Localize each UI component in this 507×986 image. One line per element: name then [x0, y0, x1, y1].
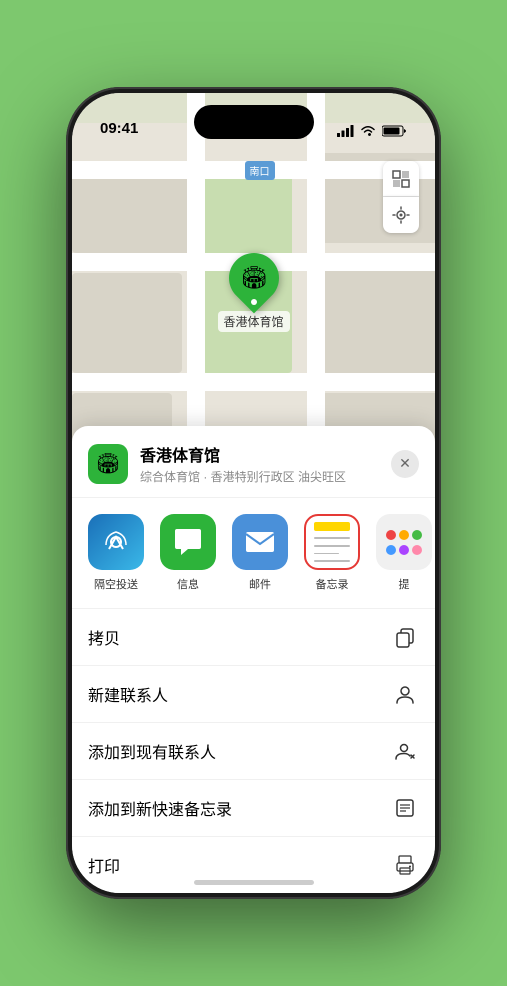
- action-new-contact[interactable]: 新建联系人: [72, 666, 435, 723]
- marker-dot: [250, 299, 256, 305]
- print-icon: [391, 851, 419, 879]
- messages-icon: [160, 514, 216, 570]
- action-list: 拷贝 新建联系人 添加到现有联系人: [72, 609, 435, 893]
- share-mail[interactable]: 邮件: [228, 514, 292, 592]
- map-view-button[interactable]: [383, 161, 419, 197]
- bottom-sheet: 🏟 香港体育馆 综合体育馆 · 香港特别行政区 油尖旺区 ✕: [72, 426, 435, 893]
- marker-label: 香港体育馆: [217, 311, 289, 332]
- print-label: 打印: [88, 853, 120, 877]
- quick-note-icon: [391, 794, 419, 822]
- airdrop-icon: [88, 514, 144, 570]
- share-row: 隔空投送 信息: [72, 498, 435, 609]
- mail-icon: [232, 514, 288, 570]
- location-header: 🏟 香港体育馆 综合体育馆 · 香港特别行政区 油尖旺区 ✕: [72, 426, 435, 498]
- location-icon: 🏟: [88, 444, 128, 484]
- airdrop-label: 隔空投送: [94, 576, 138, 592]
- stadium-marker: 🏟 香港体育馆: [217, 253, 289, 332]
- messages-label: 信息: [177, 576, 199, 592]
- wifi-icon: [360, 125, 376, 137]
- home-indicator: [194, 880, 314, 885]
- close-button[interactable]: ✕: [391, 450, 419, 478]
- location-info: 香港体育馆 综合体育馆 · 香港特别行政区 油尖旺区: [140, 442, 379, 485]
- action-add-existing[interactable]: 添加到现有联系人: [72, 723, 435, 780]
- battery-icon: [382, 125, 407, 137]
- dynamic-island: [194, 105, 314, 139]
- map-block: [322, 263, 435, 373]
- location-name: 香港体育馆: [140, 442, 379, 466]
- action-quick-note[interactable]: 添加到新快速备忘录: [72, 780, 435, 837]
- share-messages[interactable]: 信息: [156, 514, 220, 592]
- map-north-exit-label: 南口: [245, 161, 275, 180]
- status-time: 09:41: [100, 120, 138, 139]
- notes-label: 备忘录: [316, 576, 349, 592]
- add-existing-icon: [391, 737, 419, 765]
- phone-screen: 09:41: [72, 93, 435, 893]
- status-icons: [337, 125, 407, 139]
- new-contact-icon: [391, 680, 419, 708]
- share-more[interactable]: 提: [372, 514, 435, 592]
- more-icon: [376, 514, 432, 570]
- quick-note-label: 添加到新快速备忘录: [88, 796, 232, 820]
- copy-label: 拷贝: [88, 625, 120, 649]
- new-contact-label: 新建联系人: [88, 682, 168, 706]
- mail-label: 邮件: [249, 576, 271, 592]
- stadium-icon: 🏟: [240, 265, 268, 291]
- share-notes[interactable]: 备忘录: [300, 514, 364, 592]
- map-controls: [383, 161, 419, 233]
- share-airdrop[interactable]: 隔空投送: [84, 514, 148, 592]
- add-existing-label: 添加到现有联系人: [88, 739, 216, 763]
- map-block: [72, 173, 192, 253]
- map-road-h: [72, 373, 435, 391]
- more-label: 提: [399, 576, 410, 592]
- location-button[interactable]: [383, 197, 419, 233]
- signal-icon: [337, 125, 354, 137]
- map-block: [72, 273, 182, 373]
- phone-frame: 09:41: [66, 87, 441, 899]
- location-subtitle: 综合体育馆 · 香港特别行政区 油尖旺区: [140, 468, 379, 485]
- notes-icon: [304, 514, 360, 570]
- action-copy[interactable]: 拷贝: [72, 609, 435, 666]
- copy-icon: [391, 623, 419, 651]
